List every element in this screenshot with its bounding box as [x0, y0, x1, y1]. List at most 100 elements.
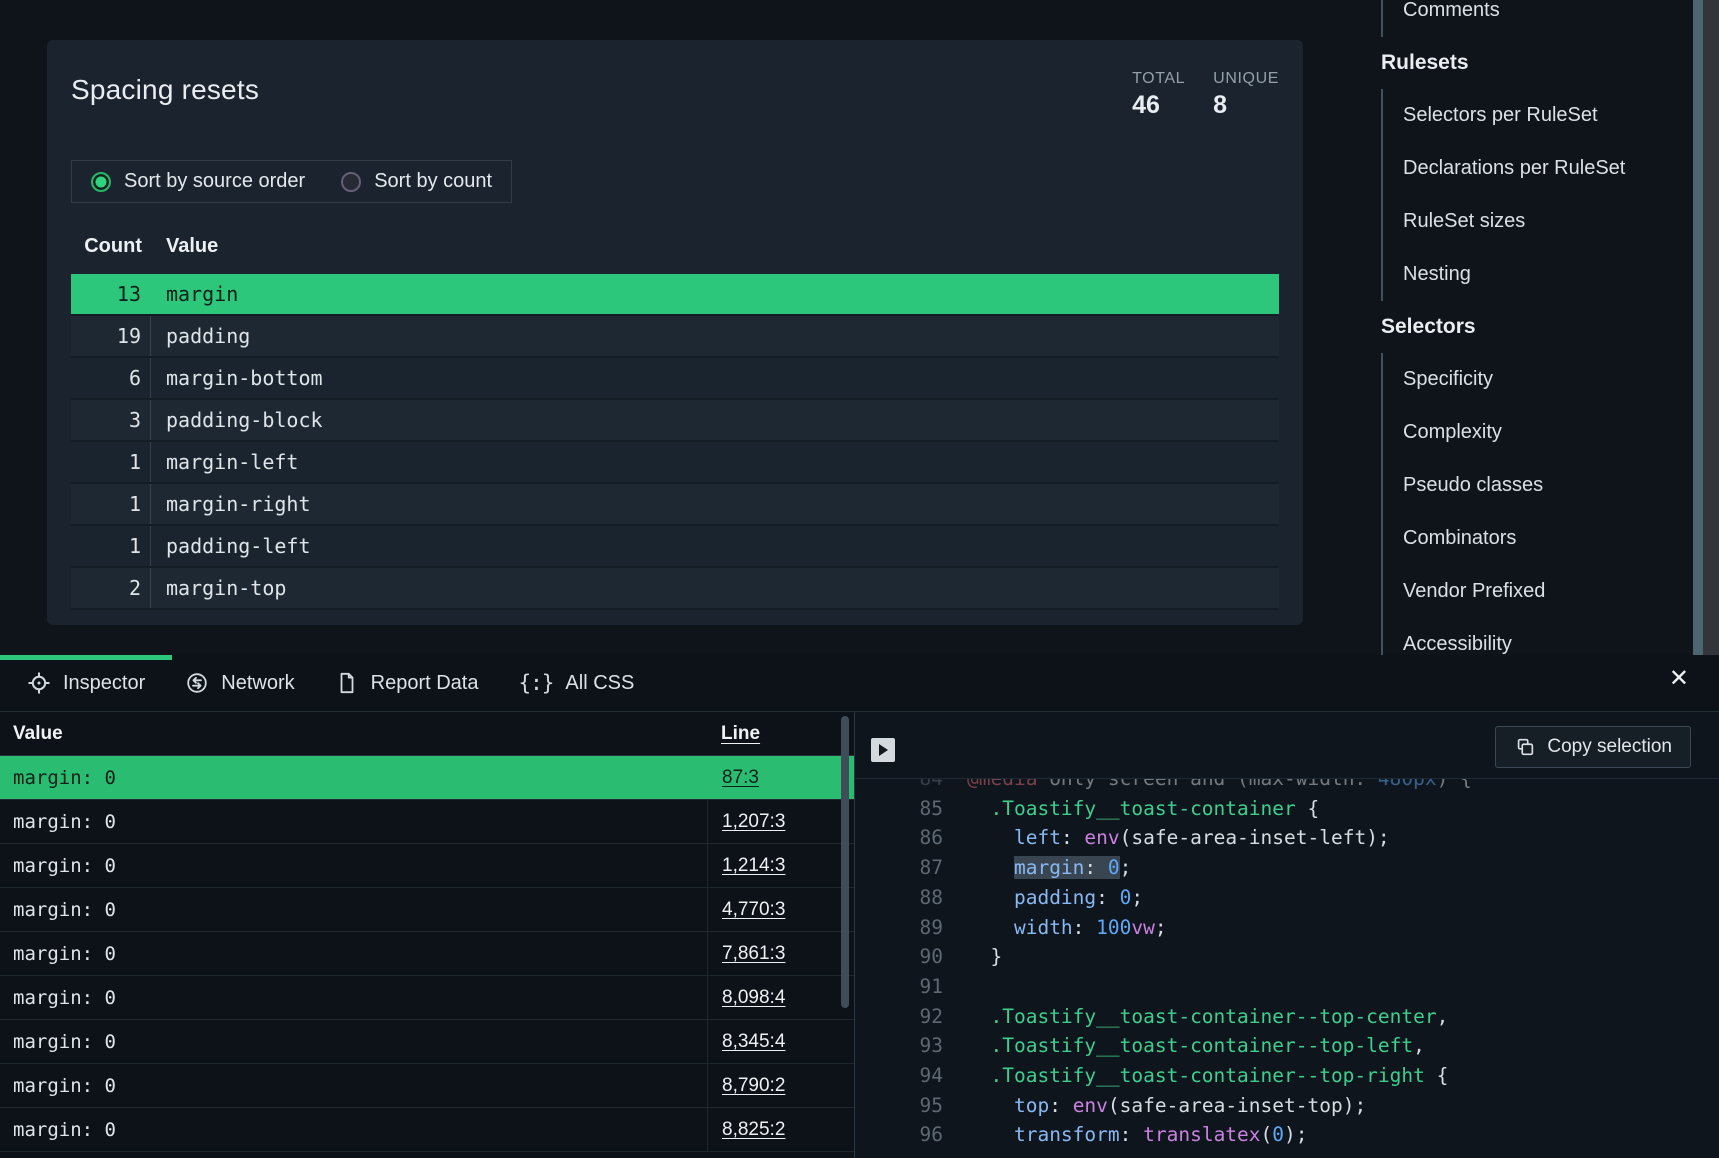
value-table-row[interactable]: margin: 08,825:2	[0, 1108, 854, 1152]
table-row[interactable]: 1margin-left	[71, 442, 1279, 484]
tab-report-data[interactable]: Report Data	[335, 671, 479, 695]
code-line: 96 transform: translatex(0);	[855, 1120, 1719, 1150]
table-row[interactable]: 3padding-block	[71, 400, 1279, 442]
line-link[interactable]: 7,861:3	[722, 943, 785, 965]
sidebar-item-ruleset-sizes[interactable]: RuleSet sizes	[1403, 195, 1693, 248]
sidebar-item-comments[interactable]: Comments	[1403, 0, 1693, 37]
row-line-cell: 1,214:3	[707, 844, 854, 887]
tab-inspector[interactable]: Inspector	[27, 671, 145, 695]
sidebar-scrollbar-thumb[interactable]	[1693, 0, 1703, 655]
row-value: margin-right	[151, 492, 1279, 516]
copy-selection-button[interactable]: Copy selection	[1495, 726, 1691, 768]
line-number: 90	[855, 942, 955, 972]
value-table-row[interactable]: margin: 01,214:3	[0, 844, 854, 888]
value-table-row-partial[interactable]	[0, 1152, 854, 1158]
triangle-glyph	[879, 744, 888, 756]
row-line-cell: 4,770:3	[707, 888, 854, 931]
table-row[interactable]: 1margin-right	[71, 484, 1279, 526]
line-link[interactable]: 8,790:2	[722, 1075, 785, 1097]
code-text: margin: 0;	[967, 853, 1131, 883]
value-table-row[interactable]: margin: 087:3	[0, 756, 854, 800]
row-count: 2	[71, 568, 151, 608]
sidebar-item-declarations-per-ruleset[interactable]: Declarations per RuleSet	[1403, 142, 1693, 195]
line-link[interactable]: 1,214:3	[722, 855, 785, 877]
sort-option-count[interactable]: Sort by count	[341, 170, 492, 193]
sidebar-item-complexity[interactable]: Complexity	[1403, 406, 1693, 459]
column-header-count: Count	[71, 235, 151, 258]
value-table-row[interactable]: margin: 04,770:3	[0, 888, 854, 932]
code-text: transform: translatex(0);	[967, 1120, 1308, 1150]
close-icon[interactable]: ✕	[1669, 667, 1689, 691]
code-pane-header: Copy selection	[855, 712, 1719, 778]
tab-network[interactable]: Network	[185, 671, 294, 695]
column-header-value: Value	[0, 723, 707, 745]
row-line-cell: 8,790:2	[707, 1064, 854, 1107]
row-value: padding-block	[151, 408, 1279, 432]
property-table-rows: 13margin19padding6margin-bottom3padding-…	[71, 274, 1279, 610]
line-number: 92	[855, 1002, 955, 1032]
stat-unique-value: 8	[1213, 91, 1279, 120]
row-value: margin-top	[151, 576, 1279, 600]
sidebar-item-accessibility[interactable]: Accessibility	[1403, 618, 1693, 655]
value-table-row[interactable]: margin: 08,345:4	[0, 1020, 854, 1064]
line-link[interactable]: 4,770:3	[722, 899, 785, 921]
line-link[interactable]: 87:3	[722, 767, 759, 789]
inspector-tabbar: Inspector Network Report Data {:}All CSS ✕	[0, 655, 1719, 712]
sidebar-item-nesting[interactable]: Nesting	[1403, 248, 1693, 301]
row-line-cell: 8,345:4	[707, 1020, 854, 1063]
panel-expand-icon[interactable]	[871, 738, 895, 762]
table-row[interactable]: 1padding-left	[71, 526, 1279, 568]
row-value: padding	[151, 324, 1279, 348]
stat-total-value: 46	[1132, 91, 1185, 120]
value-table-row[interactable]: margin: 08,098:4	[0, 976, 854, 1020]
code-text: width: 100vw;	[967, 913, 1167, 943]
line-link[interactable]: 8,098:4	[722, 987, 785, 1009]
value-table-row[interactable]: margin: 0 1,207:3	[0, 800, 854, 844]
code-viewer[interactable]: 84@media only screen and (max-width: 480…	[855, 778, 1719, 1158]
braces-icon: {:}	[518, 671, 553, 696]
table-row[interactable]: 6margin-bottom	[71, 358, 1279, 400]
table-row[interactable]: 19padding	[71, 316, 1279, 358]
value-table-row[interactable]: margin: 08,790:2	[0, 1064, 854, 1108]
sidebar-item-pseudo-classes[interactable]: Pseudo classes	[1403, 459, 1693, 512]
radio-selected-icon[interactable]	[91, 172, 111, 192]
value-table-row[interactable]: margin: 0 7,861:3	[0, 932, 854, 976]
radio-unselected-icon[interactable]	[341, 172, 361, 192]
network-icon	[185, 671, 209, 695]
table-scrollbar-thumb[interactable]	[841, 716, 849, 1008]
row-declaration: margin: 0	[0, 943, 707, 965]
column-header-value: Value	[151, 235, 1279, 258]
property-table-header: Count Value	[71, 235, 1279, 274]
sidebar-item-selectors-per-ruleset[interactable]: Selectors per RuleSet	[1403, 89, 1693, 142]
stat-total-label: TOTAL	[1132, 70, 1185, 88]
row-line-cell: 87:3	[707, 756, 854, 799]
row-count: 1	[71, 442, 151, 482]
table-row[interactable]: 2margin-top	[71, 568, 1279, 610]
code-text: }	[967, 942, 1002, 972]
line-number: 94	[855, 1061, 955, 1091]
row-line-cell: 1,207:3	[707, 800, 854, 843]
row-value: margin	[151, 282, 1279, 306]
property-table: Count Value 13margin19padding6margin-bot…	[71, 235, 1279, 610]
code-text: top: env(safe-area-inset-top);	[967, 1091, 1366, 1121]
line-link[interactable]: 8,345:4	[722, 1031, 785, 1053]
row-line-cell: 8,098:4	[707, 976, 854, 1019]
table-row[interactable]: 13margin	[71, 274, 1279, 316]
sort-options-group: Sort by source order Sort by count	[71, 160, 512, 203]
code-line: 85 .Toastify__toast-container {	[855, 794, 1719, 824]
tab-all-css[interactable]: {:}All CSS	[518, 671, 634, 696]
sidebar-item-combinators[interactable]: Combinators	[1403, 512, 1693, 565]
code-line: 87 margin: 0;	[855, 853, 1719, 883]
code-line: 84@media only screen and (max-width: 480…	[855, 778, 1719, 794]
code-line: 90 }	[855, 942, 1719, 972]
line-link[interactable]: 8,825:2	[722, 1119, 785, 1141]
row-value: margin-bottom	[151, 366, 1279, 390]
sidebar-item-vendor-prefixed[interactable]: Vendor Prefixed	[1403, 565, 1693, 618]
code-line: 86 left: env(safe-area-inset-left);	[855, 823, 1719, 853]
line-link[interactable]: 1,207:3	[722, 811, 785, 833]
card-stats: TOTAL 46 UNIQUE 8	[1132, 70, 1279, 120]
sidebar-item-specificity[interactable]: Specificity	[1403, 353, 1693, 406]
sort-option-source-order[interactable]: Sort by source order	[91, 170, 305, 193]
sidebar-group: Selectors per RuleSetDeclarations per Ru…	[1381, 89, 1693, 301]
row-declaration: margin: 0	[0, 811, 707, 833]
